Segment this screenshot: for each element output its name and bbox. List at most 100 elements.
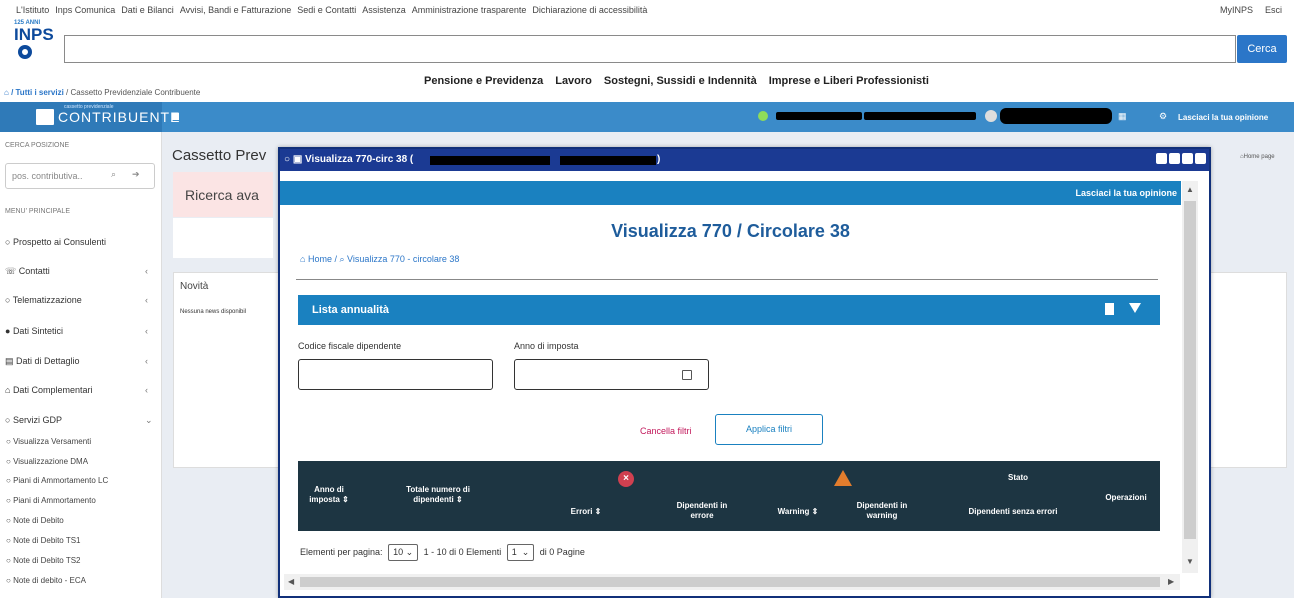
inps-logo[interactable]: 125 ANNI INPS bbox=[14, 20, 54, 72]
vertical-scroll-thumb[interactable] bbox=[1184, 201, 1196, 539]
scroll-up-icon[interactable]: ▲ bbox=[1186, 185, 1194, 194]
breadcrumb: ⌂ / Tutti i servizi / Cassetto Previdenz… bbox=[4, 88, 200, 97]
chevron-left-icon: ‹ bbox=[145, 385, 148, 395]
per-page-value: 10 bbox=[393, 547, 404, 557]
logo-text: INPS bbox=[14, 25, 54, 44]
redacted-position bbox=[776, 112, 862, 120]
modal-breadcrumb-current[interactable]: Visualizza 770 - circolare 38 bbox=[347, 254, 459, 264]
submenu-item[interactable]: ○ Note di debito - ECA bbox=[6, 576, 86, 585]
location-icon bbox=[758, 111, 768, 121]
sidebar-item-telematizzazione[interactable]: ○ Telematizzazione ‹ bbox=[5, 295, 148, 305]
search-button[interactable]: Cerca bbox=[1237, 35, 1287, 63]
pagination: Elementi per pagina: 10 ⌄ 1 - 10 di 0 El… bbox=[300, 544, 585, 561]
sidebar-item-prospetto[interactable]: ○ Prospetto ai Consulenti bbox=[5, 237, 106, 247]
chevron-down-icon: ⌄ bbox=[145, 415, 153, 425]
redacted-name bbox=[864, 112, 976, 120]
submenu-item[interactable]: ○ Note di Debito TS2 bbox=[6, 556, 81, 565]
submenu-item[interactable]: ○ Visualizzazione DMA bbox=[6, 457, 88, 466]
sidebar-item-contatti[interactable]: ☏ Contatti ‹ bbox=[5, 266, 148, 277]
nav-link[interactable]: Avvisi, Bandi e Fatturazione bbox=[180, 5, 291, 15]
modal-breadcrumb-home[interactable]: Home bbox=[308, 254, 332, 264]
submenu-label: Note di Debito bbox=[13, 516, 64, 525]
col-errori[interactable]: Errori ⇕ bbox=[566, 507, 606, 517]
window-minimize-icon[interactable] bbox=[1156, 153, 1167, 164]
submenu-item[interactable]: ○ Note di Debito bbox=[6, 516, 64, 525]
window-restore-icon[interactable] bbox=[1169, 153, 1180, 164]
submenu-item[interactable]: ○ Piani di Ammortamento bbox=[6, 496, 96, 505]
chevron-left-icon: ‹ bbox=[145, 295, 148, 305]
redacted-title bbox=[430, 156, 550, 165]
submenu-label: Note di Debito TS1 bbox=[13, 536, 81, 545]
apply-filters-button[interactable]: Applica filtri bbox=[715, 414, 823, 445]
home-icon: ⌂ bbox=[300, 254, 306, 264]
nav-link[interactable]: Inps Comunica bbox=[55, 5, 115, 15]
export-icon[interactable] bbox=[1105, 303, 1114, 315]
window-close-icon[interactable] bbox=[1195, 153, 1206, 164]
main-menu-caption: MENU' PRINCIPALE bbox=[5, 208, 70, 215]
visualizza-770-modal: ○ ▣ Visualizza 770-circ 38 ( ) Lasciaci … bbox=[278, 147, 1211, 598]
menu-item[interactable]: Sostegni, Sussidi e Indennità bbox=[604, 75, 757, 87]
nav-link[interactable]: Amministrazione trasparente bbox=[412, 5, 527, 15]
nav-link[interactable]: Sedi e Contatti bbox=[297, 5, 356, 15]
modal-titlebar[interactable]: ○ ▣ Visualizza 770-circ 38 ( ) bbox=[280, 149, 1209, 171]
modal-header-strip: Lasciaci la tua opinione bbox=[280, 181, 1181, 205]
sidebar-item-dati-dettaglio[interactable]: ▤ Dati di Dettaglio ‹ bbox=[5, 356, 148, 367]
search-icon[interactable]: ⌕ bbox=[111, 169, 116, 180]
anno-input[interactable] bbox=[514, 359, 709, 390]
pages-text: di 0 Pagine bbox=[539, 547, 585, 557]
scroll-down-icon[interactable]: ▼ bbox=[1186, 557, 1194, 566]
per-page-select[interactable]: 10 ⌄ bbox=[388, 544, 419, 561]
opinion-link[interactable]: Lasciaci la tua opinione bbox=[1178, 113, 1268, 122]
col-anno-label: Anno di imposta bbox=[309, 485, 344, 504]
site-search-input[interactable] bbox=[64, 35, 1236, 63]
sidebar-item-servizi-gdp[interactable]: ○ Servizi GDP ⌄ bbox=[5, 415, 153, 425]
user-icon[interactable] bbox=[985, 110, 997, 122]
breadcrumb-home[interactable]: ⌂ / Tutti i servizi bbox=[4, 88, 64, 97]
col-totale[interactable]: Totale numero di dipendenti ⇕ bbox=[398, 485, 478, 505]
qr-icon[interactable]: ▦ bbox=[1118, 111, 1127, 122]
modal-opinion-link[interactable]: Lasciaci la tua opinione bbox=[1075, 188, 1177, 198]
advanced-search-panel[interactable]: Ricerca ava bbox=[173, 172, 273, 217]
brand-logo[interactable]: cassetto previdenziale CONTRIBUENTE bbox=[0, 102, 179, 132]
breadcrumb-home-label: / Tutti i servizi bbox=[11, 88, 64, 97]
page-select[interactable]: 1 ⌄ bbox=[506, 544, 535, 561]
sidebar-item-dati-complementari[interactable]: ⌂ Dati Complementari ‹ bbox=[5, 385, 148, 395]
go-arrow-icon[interactable]: ➔ bbox=[132, 169, 140, 180]
horizontal-scroll-thumb[interactable] bbox=[300, 577, 1160, 587]
myinps-link[interactable]: MyINPS bbox=[1220, 5, 1253, 15]
menu-toggle-icon[interactable] bbox=[172, 113, 179, 120]
calendar-icon[interactable] bbox=[682, 370, 692, 380]
scroll-left-icon[interactable]: ◀ bbox=[288, 577, 294, 586]
anno-label: Anno di imposta bbox=[514, 341, 579, 351]
col-anno[interactable]: Anno di imposta ⇕ bbox=[306, 485, 352, 505]
col-dipendenti-errore: Dipendenti in errore bbox=[676, 501, 728, 520]
menu-item[interactable]: Pensione e Previdenza bbox=[424, 75, 543, 87]
nav-link[interactable]: Dichiarazione di accessibilità bbox=[532, 5, 647, 15]
submenu-item[interactable]: ○ Note di Debito TS1 bbox=[6, 536, 81, 545]
cf-input[interactable] bbox=[298, 359, 493, 390]
nav-link[interactable]: L'Istituto bbox=[16, 5, 49, 15]
submenu-item[interactable]: ○ Visualizza Versamenti bbox=[6, 437, 91, 446]
nav-link[interactable]: Assistenza bbox=[362, 5, 406, 15]
scroll-right-icon[interactable]: ▶ bbox=[1168, 577, 1174, 586]
col-warning[interactable]: Warning ⇕ bbox=[766, 507, 830, 517]
submenu-label: Piani di Ammortamento LC bbox=[13, 476, 109, 485]
position-search-input[interactable]: pos. contributiva.. ⌕ ➔ bbox=[5, 163, 155, 189]
filter-icon[interactable] bbox=[1129, 303, 1141, 313]
window-maximize-icon[interactable] bbox=[1182, 153, 1193, 164]
settings-icon[interactable]: ⚙ bbox=[1159, 111, 1167, 122]
sidebar-item-label: Dati Sintetici bbox=[12, 326, 63, 336]
news-title: Novità bbox=[180, 281, 209, 292]
chevron-left-icon: ‹ bbox=[145, 266, 148, 276]
nav-link[interactable]: Dati e Bilanci bbox=[121, 5, 174, 15]
submenu-item[interactable]: ○ Piani di Ammortamento LC bbox=[6, 476, 108, 485]
logout-link[interactable]: Esci bbox=[1265, 5, 1282, 15]
brand-icon bbox=[36, 109, 54, 125]
table-header: Anno di imposta ⇕ Totale numero di dipen… bbox=[298, 461, 1160, 531]
sidebar-item-dati-sintetici[interactable]: ● Dati Sintetici ‹ bbox=[5, 326, 148, 336]
menu-item[interactable]: Imprese e Liberi Professionisti bbox=[769, 75, 929, 87]
menu-item[interactable]: Lavoro bbox=[555, 75, 592, 87]
clear-filters-button[interactable]: Cancella filtri bbox=[640, 426, 692, 436]
home-page-link[interactable]: ⌂Home page bbox=[1240, 154, 1275, 160]
list-header: Lista annualità bbox=[298, 295, 1160, 325]
